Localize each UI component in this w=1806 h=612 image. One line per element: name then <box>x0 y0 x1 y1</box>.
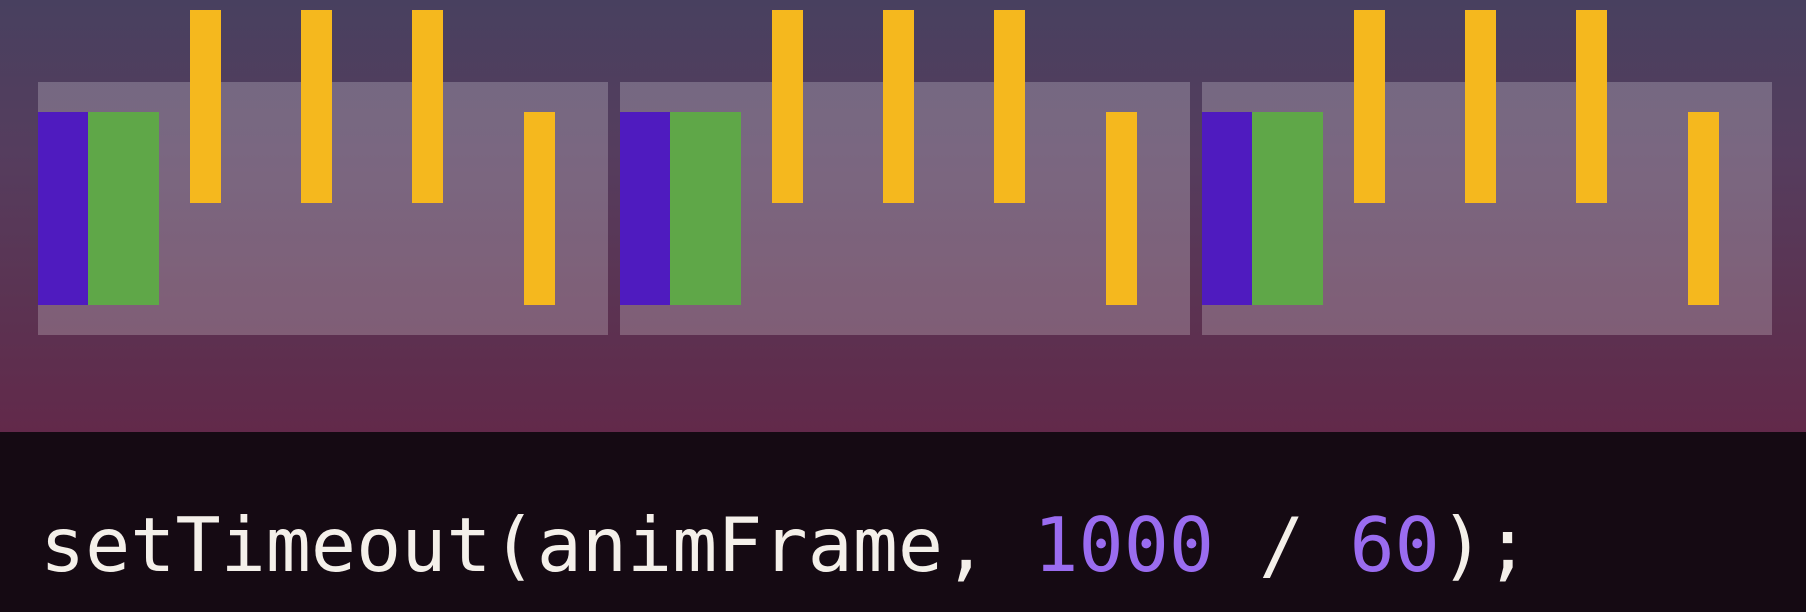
tick-high <box>412 10 443 203</box>
tick-high <box>1354 10 1385 203</box>
code-number-60: 60 <box>1349 501 1440 589</box>
green-block <box>670 112 741 305</box>
code-line: setTimeout(animFrame, 1000 / 60); <box>40 500 1530 590</box>
code-number-1000: 1000 <box>1033 501 1215 589</box>
tick-high <box>301 10 332 203</box>
tick-high <box>190 10 221 203</box>
tick-low <box>524 112 555 305</box>
tick-low <box>1688 112 1719 305</box>
tick-high <box>883 10 914 203</box>
tick-high <box>994 10 1025 203</box>
code-suffix: ); <box>1439 501 1531 589</box>
tick-low <box>1106 112 1137 305</box>
code-operator: / <box>1214 501 1350 589</box>
tick-high <box>1465 10 1496 203</box>
tick-high <box>772 10 803 203</box>
tick-high <box>1576 10 1607 203</box>
code-prefix: setTimeout(animFrame, <box>40 501 1034 589</box>
purple-block <box>1202 112 1252 305</box>
green-block <box>1252 112 1323 305</box>
green-block <box>88 112 159 305</box>
purple-block <box>38 112 88 305</box>
frame-timeline <box>0 0 1806 432</box>
purple-block <box>620 112 670 305</box>
